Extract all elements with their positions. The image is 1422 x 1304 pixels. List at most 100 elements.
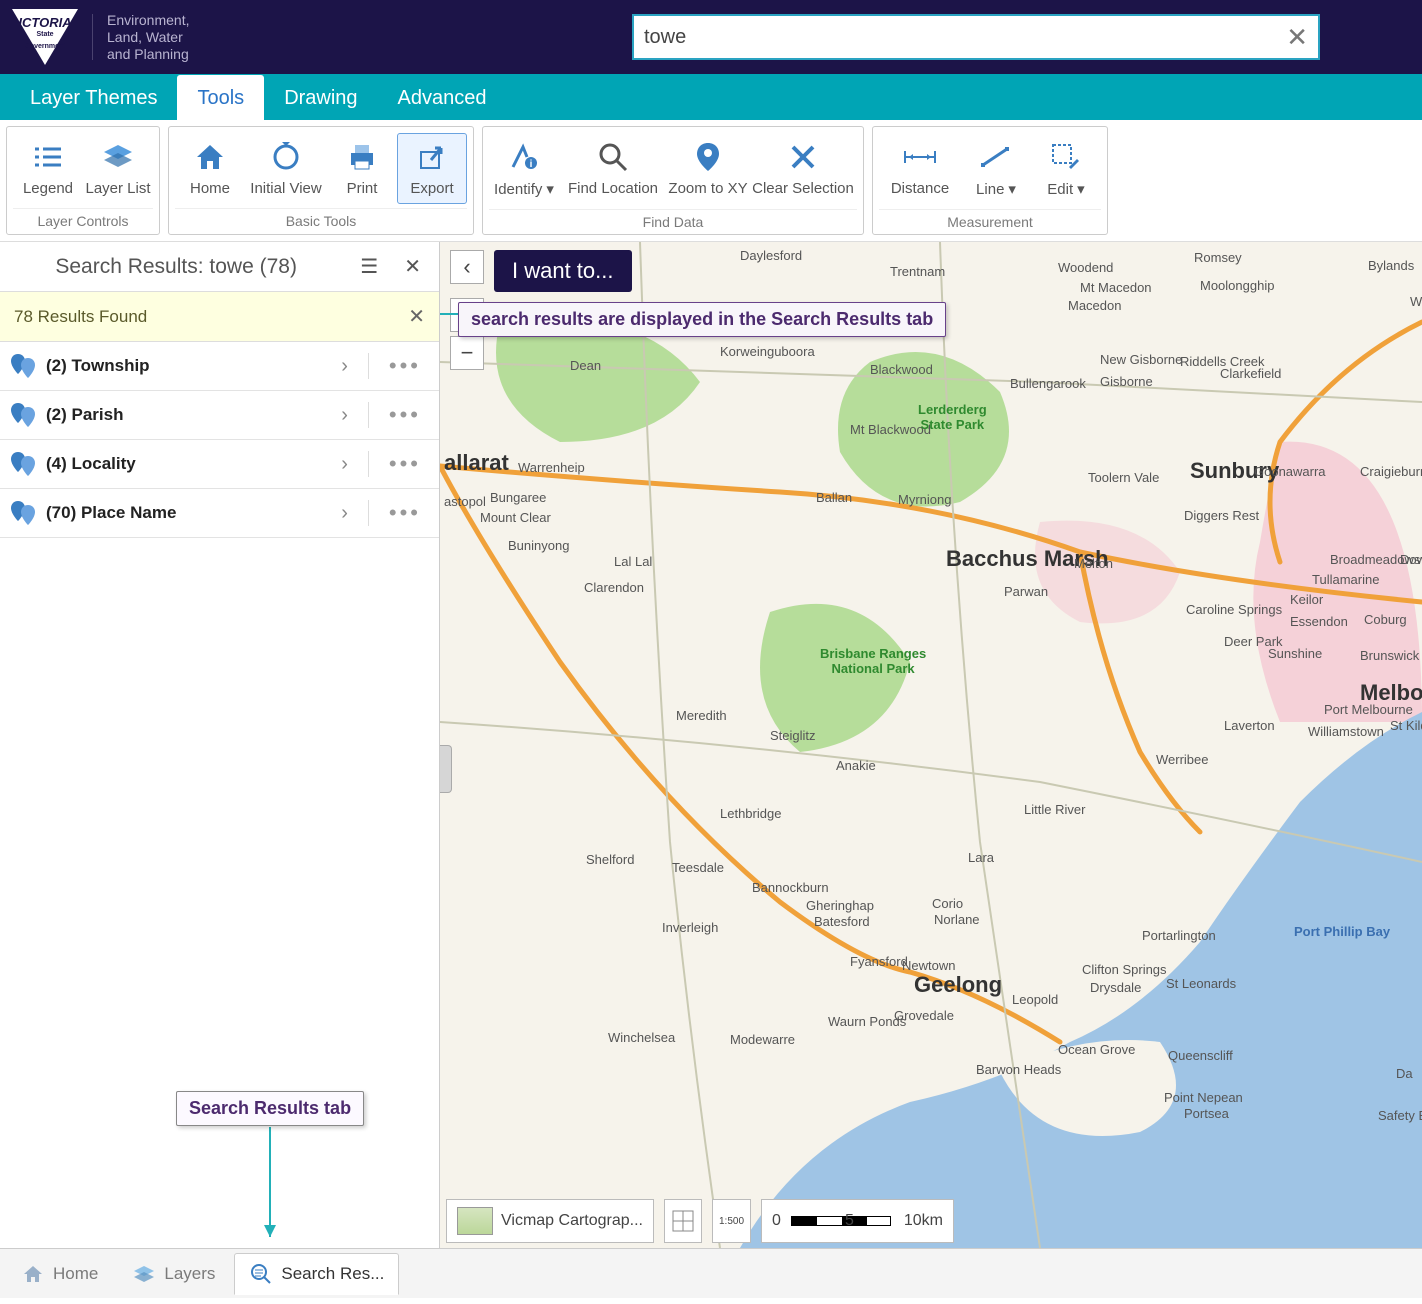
status-tab-label: Search Res...	[281, 1264, 384, 1284]
ribbon-group-label: Measurement	[879, 209, 1101, 232]
scale-bar: 0 5 10km	[761, 1199, 954, 1243]
ribbon-group-measurement: Distance Line▾ Edit▾ Measurement	[872, 126, 1108, 235]
victoria-logo: ICTORIAStateGovernment	[12, 9, 78, 65]
pin-icon	[8, 499, 36, 527]
clear-search-icon[interactable]: ✕	[1286, 22, 1308, 53]
result-group-label: (2) Parish	[46, 405, 321, 425]
panel-header: Search Results: towe (78) ☰ ✕	[0, 242, 439, 291]
ribbon-toolbar: Legend Layer List Layer Controls Home In…	[0, 120, 1422, 242]
map-canvas[interactable]: DaylesfordTrentnamWoodendMt MacedonMaced…	[440, 242, 1422, 1248]
basemap-bar: Vicmap Cartograp... 1:500 0 5 10km	[440, 1194, 1422, 1248]
basemap-thumbnail	[457, 1207, 493, 1235]
status-tab-layers[interactable]: Layers	[117, 1253, 230, 1295]
ribbon-group-basic-tools: Home Initial View Print Export Basic Too…	[168, 126, 474, 235]
result-group-row[interactable]: (2) Township › •••	[0, 342, 439, 391]
expand-icon[interactable]: ›	[331, 453, 358, 476]
result-group-row[interactable]: (4) Locality › •••	[0, 440, 439, 489]
result-group-row[interactable]: (70) Place Name › •••	[0, 489, 439, 538]
initial-view-button[interactable]: Initial View	[245, 133, 327, 204]
tab-advanced[interactable]: Advanced	[378, 75, 507, 120]
expand-icon[interactable]: ›	[331, 404, 358, 427]
edit-button[interactable]: Edit▾	[1031, 133, 1101, 205]
expand-icon[interactable]: ›	[331, 502, 358, 525]
distance-button[interactable]: Distance	[879, 133, 961, 205]
line-button[interactable]: Line▾	[961, 133, 1031, 205]
search-input[interactable]	[644, 26, 1286, 49]
find-location-button[interactable]: Find Location	[559, 133, 667, 205]
row-menu-icon[interactable]: •••	[379, 500, 431, 526]
print-icon	[345, 140, 379, 174]
layer-list-button[interactable]: Layer List	[83, 133, 153, 204]
tab-drawing[interactable]: Drawing	[264, 75, 377, 120]
ribbon-group-label: Basic Tools	[175, 208, 467, 231]
x-icon	[786, 140, 820, 174]
results-list: (2) Township › ••• (2) Parish › ••• (4) …	[0, 342, 439, 538]
status-tab-label: Layers	[164, 1264, 215, 1284]
home-button[interactable]: Home	[175, 133, 245, 204]
tab-layer-themes[interactable]: Layer Themes	[10, 75, 177, 120]
export-button[interactable]: Export	[397, 133, 467, 204]
pin-icon	[8, 352, 36, 380]
annotation-search-results: search results are displayed in the Sear…	[458, 302, 946, 337]
result-group-row[interactable]: (2) Parish › •••	[0, 391, 439, 440]
tab-tools[interactable]: Tools	[177, 75, 264, 120]
print-button[interactable]: Print	[327, 133, 397, 204]
status-bar: Home Layers Search Res... Search Results…	[0, 1248, 1422, 1298]
panel-close-icon[interactable]: ✕	[396, 250, 429, 283]
clear-selection-button[interactable]: Clear Selection	[749, 133, 857, 205]
home-icon	[21, 1262, 45, 1286]
menu-bar: Layer Themes Tools Drawing Advanced	[0, 74, 1422, 120]
chevron-down-icon: ▾	[1077, 181, 1085, 198]
department-name: Environment, Land, Water and Planning	[107, 12, 189, 63]
map-artwork	[440, 242, 1422, 1248]
row-menu-icon[interactable]: •••	[379, 353, 431, 379]
legend-button[interactable]: Legend	[13, 133, 83, 204]
row-menu-icon[interactable]: •••	[379, 402, 431, 428]
collapse-sidebar-button[interactable]: ‹	[450, 250, 484, 284]
search-icon	[596, 140, 630, 174]
panel-title: Search Results: towe (78)	[10, 255, 342, 279]
basemap-selector[interactable]: Vicmap Cartograp...	[446, 1199, 654, 1243]
chevron-down-icon: ▾	[546, 181, 554, 198]
results-count-bar: 78 Results Found ✕	[0, 291, 439, 342]
status-tab-label: Home	[53, 1264, 98, 1284]
app-header: ICTORIAStateGovernment Environment, Land…	[0, 0, 1422, 74]
zoom-to-xy-button[interactable]: Zoom to XY	[667, 133, 749, 205]
global-search[interactable]: ✕	[632, 14, 1320, 60]
i-want-to-button[interactable]: I want to...	[494, 250, 632, 292]
row-menu-icon[interactable]: •••	[379, 451, 431, 477]
layers-icon	[132, 1262, 156, 1286]
brand: ICTORIAStateGovernment Environment, Land…	[12, 9, 189, 65]
panel-menu-icon[interactable]: ☰	[352, 250, 386, 283]
svg-text:i: i	[530, 159, 533, 170]
chevron-down-icon: ▾	[1008, 181, 1016, 198]
identify-button[interactable]: i Identify▾	[489, 133, 559, 205]
scale-input-button[interactable]	[664, 1199, 702, 1243]
list-icon	[31, 140, 65, 174]
pin-icon	[8, 450, 36, 478]
ribbon-group-layer-controls: Legend Layer List Layer Controls	[6, 126, 160, 235]
status-tab-home[interactable]: Home	[6, 1253, 113, 1295]
scale-ratio-button[interactable]: 1:500	[712, 1199, 751, 1243]
ruler-icon	[903, 140, 937, 174]
zoom-out-button[interactable]: −	[450, 336, 484, 370]
layers-icon	[101, 140, 135, 174]
ribbon-group-find-data: i Identify▾ Find Location Zoom to XY Cle…	[482, 126, 864, 235]
edit-icon	[1049, 140, 1083, 174]
sidebar-resize-handle[interactable]	[440, 745, 452, 793]
result-group-label: (2) Township	[46, 356, 321, 376]
search-list-icon	[249, 1262, 273, 1286]
results-close-icon[interactable]: ✕	[408, 304, 425, 329]
scale-icon	[671, 1209, 695, 1233]
result-group-label: (70) Place Name	[46, 503, 321, 523]
results-count: 78 Results Found	[14, 307, 147, 327]
pin-icon	[691, 140, 725, 174]
annotation-search-tab: Search Results tab	[176, 1091, 364, 1126]
home-icon	[193, 140, 227, 174]
line-icon	[979, 140, 1013, 174]
status-tab-search-results[interactable]: Search Res...	[234, 1253, 399, 1295]
result-group-label: (4) Locality	[46, 454, 321, 474]
expand-icon[interactable]: ›	[331, 355, 358, 378]
basemap-label: Vicmap Cartograp...	[501, 1212, 643, 1230]
ribbon-group-label: Find Data	[489, 209, 857, 232]
